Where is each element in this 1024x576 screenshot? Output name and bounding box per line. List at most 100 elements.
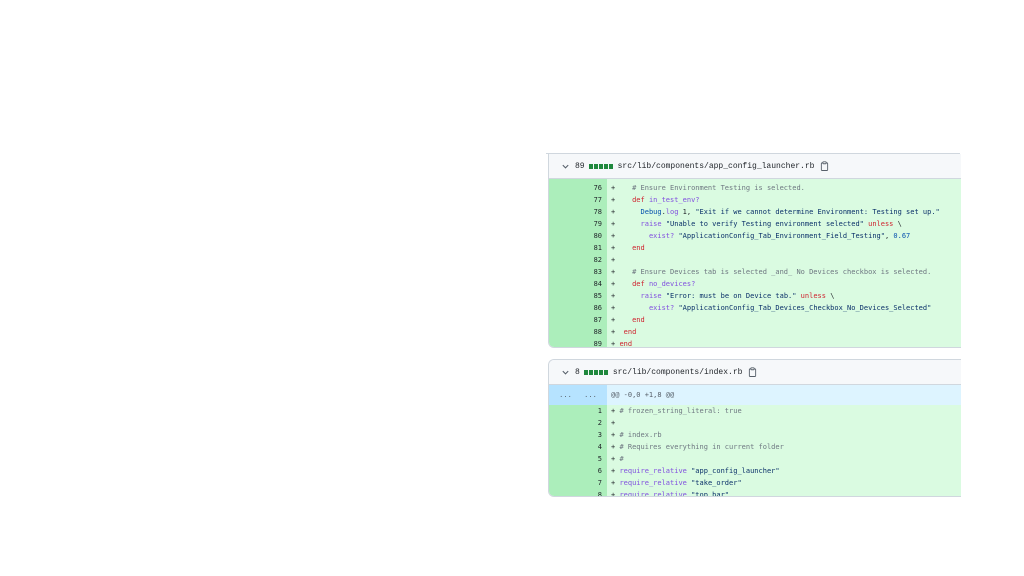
line-number[interactable]: 6 [549,465,607,477]
line-number[interactable]: 2 [549,417,607,429]
code-token: require_relative [619,467,687,475]
line-number[interactable]: 79 [549,218,607,230]
diffstat-count: 89 [575,161,585,171]
line-number[interactable]: 80 [549,230,607,242]
line-number[interactable]: 77 [549,194,607,206]
code-token: def [632,196,649,204]
line-number[interactable]: 82 [549,254,607,266]
hunk-left-marker: ... [559,391,572,399]
code-content: + exist? "ApplicationConfig_Tab_Environm… [607,230,961,242]
line-number[interactable]: 87 [549,314,607,326]
line-number[interactable]: 86 [549,302,607,314]
code-token: + [611,244,633,252]
line-number[interactable]: 76 [549,182,607,194]
diff-file-index: 8 src/lib/components/index.rb ... ... @@… [548,359,961,497]
line-number[interactable]: 5 [549,453,607,465]
code-token: # frozen_string_literal: true [619,407,742,415]
clipboard-icon[interactable] [748,367,757,377]
code-token: "app_config_launcher" [691,467,780,475]
diffstat-blocks [583,369,608,375]
code-content: + exist? "ApplicationConfig_Tab_Devices_… [607,302,961,314]
diff-line: 6 + require_relative "app_config_launcher… [549,465,961,477]
file-header: 8 src/lib/components/index.rb [549,360,961,385]
code-token: "Unable to verify Testing environment se… [665,220,864,228]
diff-line: 2 + [549,417,961,429]
hunk-header[interactable]: ... ... @@ -0,0 +1,8 @@ [549,389,961,401]
line-number[interactable]: 83 [549,266,607,278]
diff-line: 5 + # [549,453,961,465]
code-content: + end [607,314,961,326]
diff-line: 88 + end [549,326,961,338]
code-token: in_test_env? [648,196,700,204]
code-token: + [611,208,641,216]
code-content: + [607,417,961,429]
code-content: + # frozen_string_literal: true [607,405,961,417]
code-token: raise [640,220,666,228]
code-content: + end [607,338,961,348]
code-token: end [623,328,637,336]
chevron-down-icon[interactable] [561,162,571,171]
code-content: + # index.rb [607,429,961,441]
diff-line: 78 + Debug.log 1, "Exit if we cannot dete… [549,206,961,218]
diff-line: 7 + require_relative "take_order" [549,477,961,489]
code-token: + [611,419,616,427]
code-token: + [611,304,649,312]
code-content: + raise "Error: must be on Device tab." … [607,290,961,302]
line-number[interactable]: 84 [549,278,607,290]
code-token: + [611,232,649,240]
diff-line: 81 + end [549,242,961,254]
code-token: end [632,316,645,324]
code-token: exist? [648,232,675,240]
diff-line: 79 + raise "Unable to verify Testing envi… [549,218,961,230]
line-number[interactable]: 89 [549,338,607,347]
line-number[interactable]: 4 [549,441,607,453]
code-token: "Error: must be on Device tab." [665,292,797,300]
code-token: end [619,340,633,348]
diff-body: 76 + # Ensure Environment Testing is sele… [549,182,961,348]
diff-line: 77 + def in_test_env? [549,194,961,206]
code-token: + [611,220,641,228]
code-token: "top_bar" [691,491,730,497]
code-content: + # Ensure Environment Testing is select… [607,182,961,194]
clipboard-icon[interactable] [820,161,829,171]
line-number[interactable]: 1 [549,405,607,417]
code-token: 1, [678,208,696,216]
code-token: + [611,316,633,324]
line-number[interactable]: 85 [549,290,607,302]
line-number[interactable]: 88 [549,326,607,338]
diff-line: 8 + require_relative "top_bar" [549,489,961,497]
line-number[interactable]: 81 [549,242,607,254]
line-number[interactable]: 8 [549,489,607,496]
diff-line: 4 + # Requires everything in current fold… [549,441,961,453]
chevron-down-icon[interactable] [561,368,571,377]
code-token: def [632,280,649,288]
code-token: end [632,244,645,252]
code-token: Debug [640,208,662,216]
code-content: + end [607,326,961,338]
code-token: unless [796,292,831,300]
code-token: require_relative [619,491,687,497]
code-token: "ApplicationConfig_Tab_Devices_Checkbox_… [678,304,932,312]
line-number[interactable]: 3 [549,429,607,441]
file-path[interactable]: src/lib/components/index.rb [613,368,743,377]
line-number[interactable]: 7 [549,477,607,489]
code-token: \ [897,220,902,228]
code-content: + # Requires everything in current folde… [607,441,961,453]
code-token: + [611,280,633,288]
code-token: raise [640,292,666,300]
code-token: # Ensure Environment Testing is selected… [632,184,805,192]
file-path[interactable]: src/lib/components/app_config_launcher.r… [618,162,815,171]
code-content: + def in_test_env? [607,194,961,206]
diff-body: 1 + # frozen_string_literal: true 2 +3 + # i… [549,405,961,497]
code-token: exist? [648,304,675,312]
code-token: unless [863,220,898,228]
diff-line: 89 + end [549,338,961,348]
diff-line: 83 + # Ensure Devices tab is selected _an… [549,266,961,278]
hunk-expand[interactable]: ... ... [549,389,607,401]
code-token: require_relative [619,479,687,487]
code-token: + [611,256,616,264]
code-token: + [611,328,624,336]
diff-file-app-config-launcher: 89 src/lib/components/app_config_launche… [548,154,961,348]
line-number[interactable]: 78 [549,206,607,218]
diffstat-blocks [588,163,613,169]
